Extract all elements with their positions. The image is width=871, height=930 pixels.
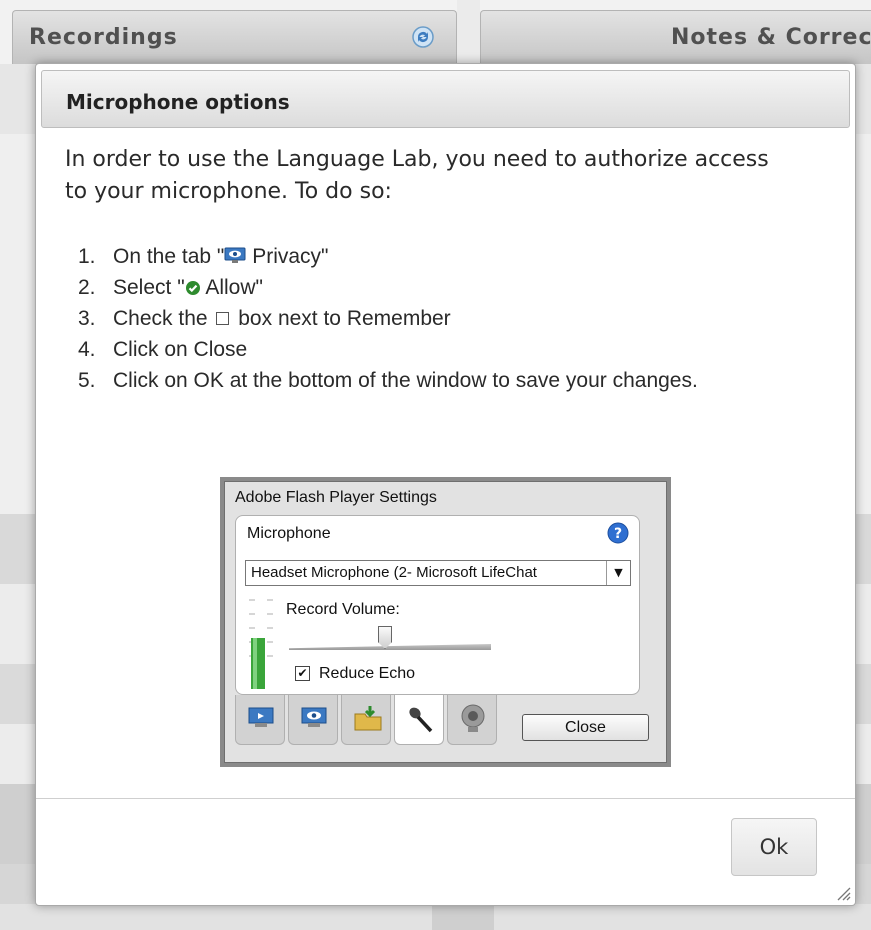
step-number: 2. [78, 276, 96, 299]
microphone-device-select: Headset Microphone (2- Microsoft LifeCha… [245, 560, 631, 586]
step-item: 5. Click on OK at the bottom of the wind… [78, 365, 808, 396]
reduce-echo-checkbox: ✔ [295, 666, 310, 681]
step-text: Click on Close [113, 338, 248, 361]
dialog-divider [36, 798, 855, 799]
flash-settings-tabs: Close [235, 695, 649, 747]
refresh-icon[interactable] [411, 25, 435, 49]
slider-thumb [378, 626, 392, 649]
storage-tab-icon [341, 695, 391, 745]
display-tab-icon [235, 695, 285, 745]
step-item: 3. Check the box next to Remember [78, 303, 808, 334]
privacy-tab-icon [224, 247, 246, 263]
microphone-tab-icon [394, 695, 444, 745]
allow-check-icon [185, 281, 200, 295]
step-text: On the tab " [113, 245, 225, 268]
dialog-title: Microphone options [66, 90, 290, 114]
record-volume-slider [289, 644, 491, 650]
flash-close-button: Close [522, 714, 649, 741]
flash-microphone-panel: Microphone ? Headset Microphone (2- Micr… [235, 515, 640, 695]
chevron-down-icon: ▼ [606, 561, 630, 585]
step-number: 3. [78, 307, 96, 330]
instruction-steps: 1. On the tab " Privacy" 2. Select " All… [78, 241, 808, 396]
step-text: Check the [113, 307, 208, 330]
step-item: 2. Select " Allow" [78, 272, 808, 303]
checkbox-glyph-icon [216, 312, 230, 325]
help-icon: ? [607, 522, 629, 544]
flash-section-label: Microphone [247, 525, 331, 542]
step-number: 1. [78, 245, 96, 268]
step-text: Allow" [200, 276, 263, 299]
tab-gutter [457, 0, 480, 64]
device-select-value: Headset Microphone (2- Microsoft LifeCha… [251, 564, 537, 581]
microphone-options-dialog: Microphone options In order to use the L… [35, 63, 856, 906]
tab-notes-label: Notes & Corrections [671, 25, 871, 50]
dialog-intro-text: In order to use the Language Lab, you ne… [65, 147, 769, 204]
reduce-echo-label: Reduce Echo [319, 665, 416, 682]
svg-text:?: ? [614, 526, 622, 542]
step-text: Privacy" [246, 245, 329, 268]
flash-window-title: Adobe Flash Player Settings [235, 489, 437, 506]
tab-recordings[interactable]: Recordings [12, 10, 457, 64]
resize-grip-icon[interactable] [835, 885, 851, 901]
camera-tab-icon [447, 695, 497, 745]
step-item: 1. On the tab " Privacy" [78, 241, 808, 272]
dialog-header: Microphone options [41, 70, 850, 128]
tab-recordings-label: Recordings [29, 25, 178, 50]
volume-meter [249, 599, 273, 689]
step-item: 4. Click on Close [78, 334, 808, 365]
tab-notes-corrections[interactable]: Notes & Corrections [480, 10, 871, 64]
ok-button[interactable]: Ok [731, 818, 817, 876]
step-text: box next to Remember [238, 307, 451, 330]
step-text: Click on OK at the bottom of the window … [113, 369, 698, 392]
step-number: 5. [78, 369, 96, 392]
step-number: 4. [78, 338, 96, 361]
record-volume-label: Record Volume: [286, 601, 400, 618]
step-text: Select " [113, 276, 185, 299]
flash-settings-screenshot: Adobe Flash Player Settings Microphone ?… [220, 477, 671, 767]
background-block [432, 904, 494, 930]
privacy-tab-icon [288, 695, 338, 745]
